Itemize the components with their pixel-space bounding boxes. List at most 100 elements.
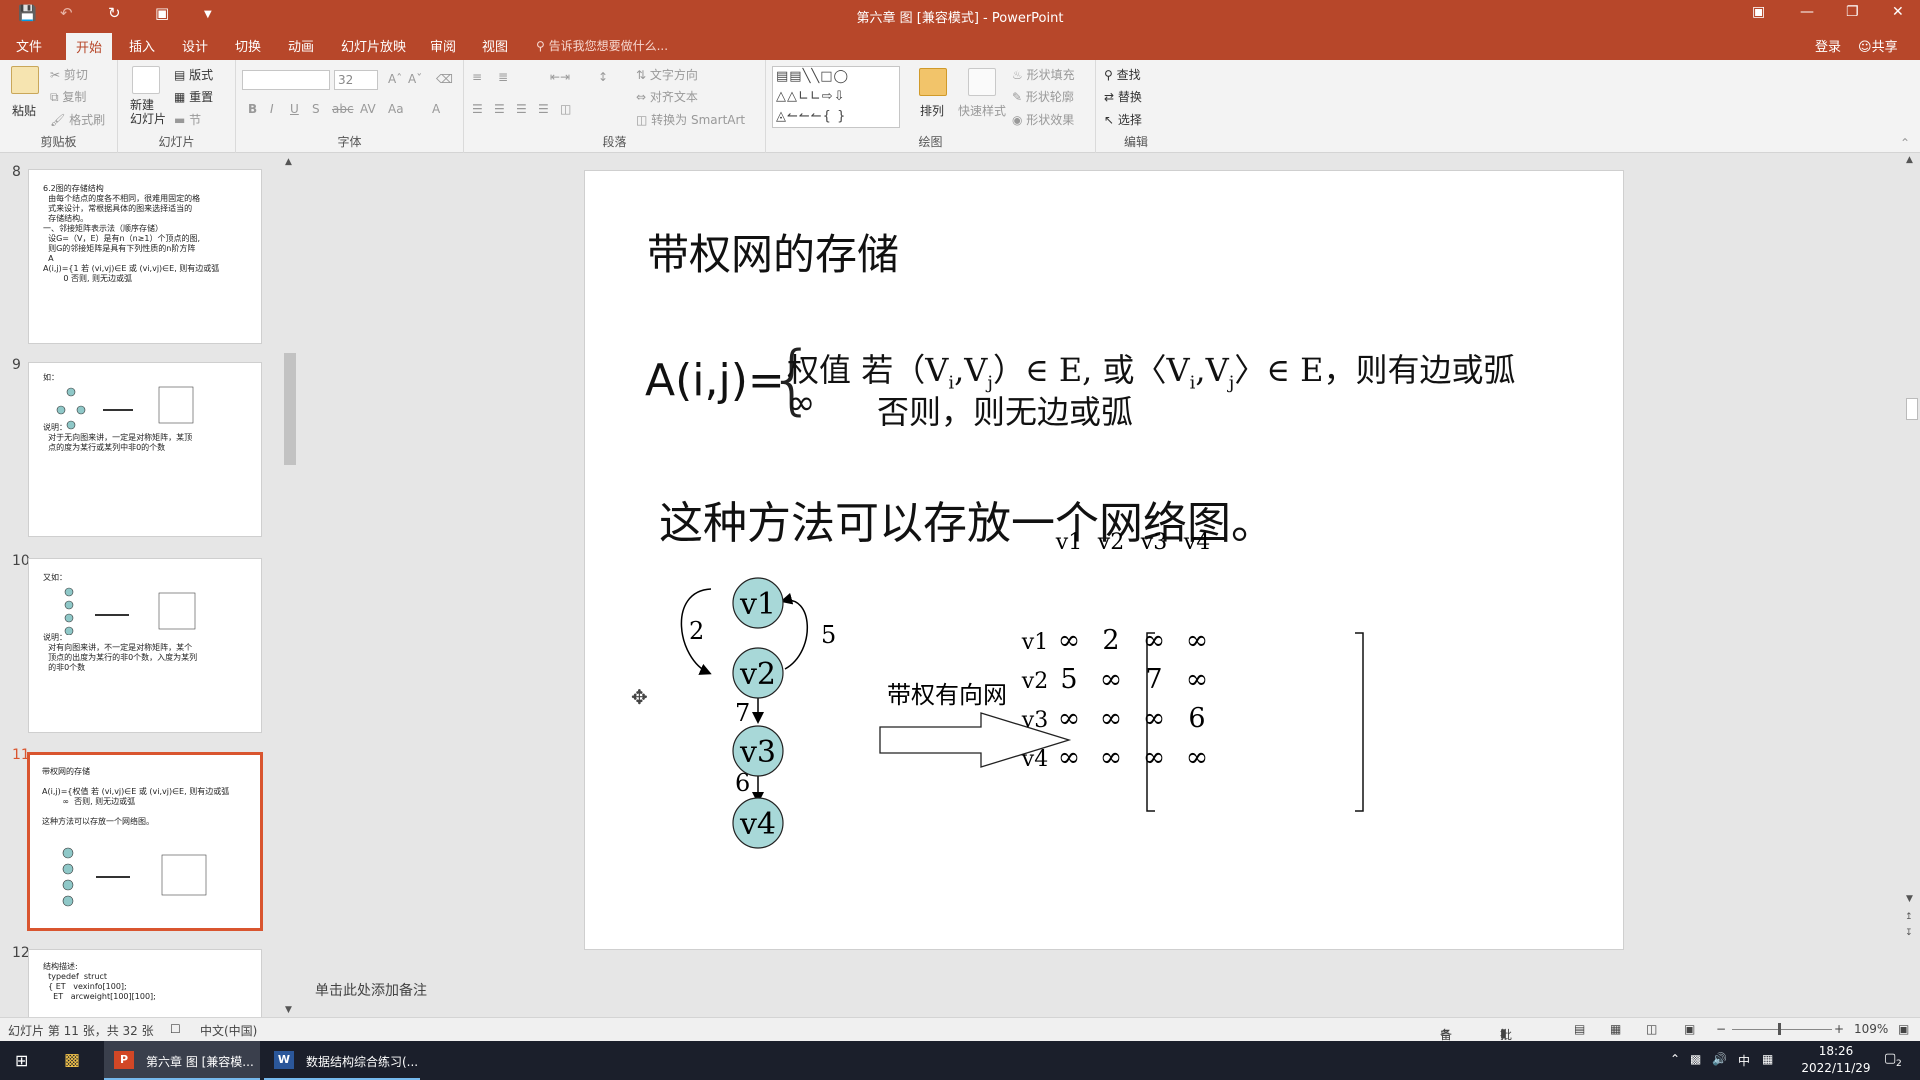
input-mode-icon[interactable]: ▦ [1762,1052,1773,1066]
clock-time[interactable]: 18:26 [1806,1044,1866,1058]
sign-in-link[interactable]: 登录 [1815,36,1841,55]
align-text-button[interactable]: ⇔ 对齐文本 [636,88,698,105]
quick-styles-button[interactable]: 快速样式 [958,66,1008,126]
thumbnail-scrollbar[interactable]: ▲ ▼ [282,157,298,1015]
grow-font-icon[interactable]: Aˆ [388,72,402,86]
italic-button[interactable]: I [270,102,274,116]
clock-date[interactable]: 2022/11/29 [1800,1061,1872,1075]
next-slide-icon[interactable]: ↧ [1905,928,1913,938]
tab-slideshow[interactable]: 幻灯片放映 [341,36,406,55]
volume-icon[interactable]: 🔊 [1712,1052,1727,1066]
taskbar-app-word[interactable]: W 数据结构综合练习(... [264,1041,420,1080]
reading-view-icon[interactable]: ◫ [1646,1022,1657,1036]
scroll-up-icon[interactable]: ▲ [1906,155,1913,165]
notification-center-icon[interactable]: ▢ [1884,1051,1896,1066]
clear-format-icon[interactable]: ⌫ [436,72,453,86]
replace-button[interactable]: ⇄ 替换 [1104,88,1142,105]
slide-thumbnail-10[interactable]: 又如： 说明： 对有向图来讲，不一定是对称矩阵，某个 顶点的出度为某行的非0个数… [28,558,262,733]
spellcheck-icon[interactable]: ☐ [170,1022,181,1036]
close-icon[interactable]: ✕ [1892,4,1904,20]
justify-icon[interactable]: ☰ [538,102,549,116]
slide-thumbnail-9[interactable]: 如： 说明： 对于无向图来讲，一定是对称矩阵，某顶 点的度为某行或某列中非0的个… [28,362,262,537]
tab-view[interactable]: 视图 [482,36,508,55]
scroll-down-icon[interactable]: ▼ [285,1005,292,1015]
find-button[interactable]: ⚲ 查找 [1104,66,1141,83]
slide-canvas[interactable]: 带权网的存储 A(i,j)= { 权值 若（Vi,Vj）∈ E, 或〈Vi,Vj… [584,170,1624,950]
font-size-input[interactable]: 32 [334,70,378,90]
zoom-slider-thumb[interactable] [1778,1023,1781,1035]
slide-thumbnail-8[interactable]: 6.2图的存储结构 由每个结点的度各不相同，很难用固定的格 式来设计，常根据具体… [28,169,262,344]
tab-animations[interactable]: 动画 [288,36,314,55]
slide-scrollbar[interactable]: ▲ ▼ ↥ ↧ [1902,155,1920,940]
shrink-font-icon[interactable]: Aˇ [408,72,422,86]
start-button[interactable]: ⊞ [0,1041,48,1080]
strikethrough-button[interactable]: abc [332,102,354,116]
tab-file[interactable]: 文件 [16,36,42,55]
restore-icon[interactable]: ❐ [1846,4,1859,20]
shape-fill-button[interactable]: ♨ 形状填充 [1012,66,1075,83]
text-direction-button[interactable]: ⇅ 文字方向 [636,66,698,83]
shapes-gallery[interactable]: ▤▤╲╲□◯ △△∟∟⇨⇩ ◬↼↼↼{ } [772,66,900,128]
tab-design[interactable]: 设计 [182,36,208,55]
ime-indicator[interactable]: 中 [1738,1052,1750,1069]
fit-slide-icon[interactable]: ▣ [1898,1022,1909,1036]
change-case-button[interactable]: Aa [388,102,404,116]
slide-sorter-icon[interactable]: ▦ [1610,1022,1621,1036]
bold-button[interactable]: B [248,102,257,116]
tab-transitions[interactable]: 切换 [235,36,261,55]
shadow-button[interactable]: S [312,102,320,116]
previous-slide-icon[interactable]: ↥ [1905,912,1913,922]
minimize-icon[interactable]: — [1800,4,1814,20]
normal-view-icon[interactable]: ▤ [1574,1022,1585,1036]
new-slide-button[interactable]: 新建 幻灯片 [124,64,168,128]
copy-button[interactable]: ⧉ 复制 [50,88,86,105]
columns-icon[interactable]: ◫ [560,102,571,116]
thumbnail-scroll-thumb[interactable] [284,353,296,465]
notes-placeholder[interactable]: 单击此处添加备注 [315,980,427,1000]
slide-thumbnail-12[interactable]: 结构描述: typedef struct { ET vexinfo[100]; … [28,949,262,1017]
line-spacing-icon[interactable]: ↕ [598,70,608,84]
cut-button[interactable]: ✂ 剪切 [50,66,88,83]
zoom-slider[interactable] [1732,1029,1832,1030]
network-icon[interactable]: ▩ [1690,1052,1701,1066]
char-spacing-button[interactable]: AV [360,102,376,116]
tray-overflow-icon[interactable]: ⌃ [1670,1052,1680,1066]
tab-home[interactable]: 开始 [66,33,113,60]
slide-scroll-thumb[interactable] [1906,398,1918,420]
bullets-icon[interactable]: ≡ [472,70,482,84]
arrange-button[interactable]: 排列 [916,66,952,126]
align-left-icon[interactable]: ☰ [472,102,483,116]
share-button[interactable]: ☺共享 [1858,36,1898,55]
reset-button[interactable]: ▦ 重置 [174,88,213,105]
scroll-down-icon[interactable]: ▼ [1906,894,1913,904]
taskbar-app-powerpoint[interactable]: P 第六章 图 [兼容模... [104,1041,260,1080]
tell-me-box[interactable]: ⚲ 告诉我您想要做什么... [536,37,668,54]
tab-insert[interactable]: 插入 [129,36,155,55]
format-painter-button[interactable]: 🖌 格式刷 [50,111,105,128]
section-button[interactable]: ▬ 节 [174,111,201,128]
ribbon-display-options-icon[interactable]: ▣ [1752,4,1765,20]
numbering-icon[interactable]: ≣ [498,70,508,84]
underline-button[interactable]: U [290,102,299,116]
smartart-button[interactable]: ◫ 转换为 SmartArt [636,111,745,128]
paste-button[interactable]: 粘贴 [8,64,42,124]
zoom-in-icon[interactable]: + [1834,1022,1844,1036]
tab-review[interactable]: 审阅 [430,36,456,55]
align-right-icon[interactable]: ☰ [516,102,527,116]
collapse-ribbon-icon[interactable]: ⌃ [1900,136,1910,150]
zoom-level[interactable]: 109% [1854,1022,1888,1036]
font-color-button[interactable]: A [432,102,440,116]
layout-button[interactable]: ▤ 版式 [174,66,213,83]
file-explorer-button[interactable]: ▩ [56,1041,96,1080]
slideshow-view-icon[interactable]: ▣ [1684,1022,1695,1036]
language-indicator[interactable]: 中文(中国) [200,1022,257,1039]
notes-pane[interactable]: 单击此处添加备注 [302,970,1902,1017]
shape-outline-button[interactable]: ✎ 形状轮廓 [1012,88,1074,105]
select-button[interactable]: ↖ 选择 [1104,111,1142,128]
align-center-icon[interactable]: ☰ [494,102,505,116]
font-name-input[interactable] [242,70,330,90]
shape-effects-button[interactable]: ◉ 形状效果 [1012,111,1074,128]
slide-thumbnail-11[interactable]: 带权网的存储 A(i,j)={权值 若 (vi,vj)∈E 或 (vi,vj)∈… [27,752,263,931]
zoom-out-icon[interactable]: − [1716,1022,1726,1036]
indent-icon[interactable]: ⇤⇥ [550,70,570,84]
